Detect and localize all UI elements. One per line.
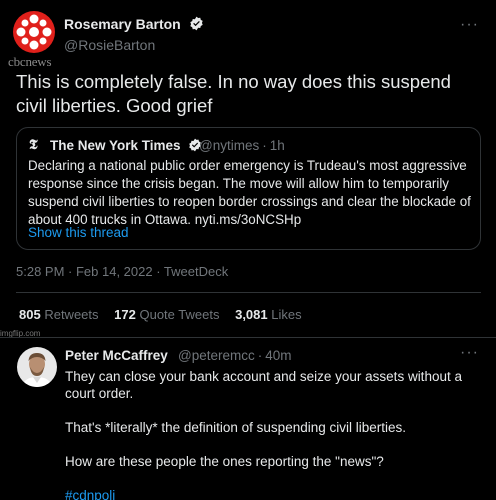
verified-badge-icon bbox=[189, 16, 203, 31]
separator: · bbox=[257, 348, 263, 363]
tweet-stats: 805 Retweets 172 Quote Tweets 3,081 Like… bbox=[19, 307, 314, 322]
hashtag-link[interactable]: #cdnpoli bbox=[65, 487, 485, 500]
quotes-count: 172 bbox=[114, 307, 136, 322]
quoted-author-name[interactable]: The New York Times bbox=[50, 138, 202, 153]
quoted-author-name-text[interactable]: The New York Times bbox=[50, 138, 181, 153]
reply-paragraph: How are these people the ones reporting … bbox=[65, 454, 384, 469]
retweets-stat[interactable]: 805 Retweets bbox=[19, 307, 99, 322]
divider bbox=[16, 292, 481, 293]
author-handle[interactable]: @RosieBarton bbox=[64, 37, 155, 53]
show-thread-link[interactable]: Show this thread bbox=[28, 225, 129, 240]
reply-paragraph: They can close your bank account and sei… bbox=[65, 369, 462, 401]
reply-tweet[interactable]: Peter McCaffrey @peteremcc · 40m ··· They … bbox=[0, 337, 496, 500]
quoted-meta: @nytimes · 1h bbox=[199, 138, 285, 153]
reply-time[interactable]: 40m bbox=[265, 348, 291, 363]
more-horizontal-icon[interactable]: ··· bbox=[460, 344, 479, 362]
cbc-logo-avatar[interactable] bbox=[13, 11, 55, 53]
main-tweet[interactable]: cbcnews Rosemary Barton @RosieBarton ···… bbox=[0, 0, 496, 338]
retweets-count: 805 bbox=[19, 307, 41, 322]
avatar[interactable] bbox=[17, 347, 57, 387]
separator: · bbox=[262, 138, 267, 153]
tweet-text: This is completely false. In no way does… bbox=[16, 71, 451, 116]
nyt-logo-icon: 𝕿 bbox=[29, 138, 38, 153]
retweets-label: Retweets bbox=[44, 307, 99, 322]
quote-tweets-stat[interactable]: 172 Quote Tweets bbox=[114, 307, 219, 322]
quoted-time[interactable]: 1h bbox=[270, 138, 285, 153]
quoted-handle[interactable]: @nytimes bbox=[199, 138, 259, 153]
author-name-text[interactable]: Rosemary Barton bbox=[64, 16, 181, 32]
quoted-tweet-text: Declaring a national public order emerge… bbox=[28, 158, 471, 227]
more-horizontal-icon[interactable]: ··· bbox=[460, 16, 479, 34]
author-name[interactable]: Rosemary Barton bbox=[64, 16, 204, 32]
reply-text: They can close your bank account and sei… bbox=[65, 368, 485, 500]
reply-author-handle[interactable]: @peteremcc bbox=[178, 348, 255, 363]
quotes-label: Quote Tweets bbox=[139, 307, 220, 322]
reply-author-name[interactable]: Peter McCaffrey bbox=[65, 348, 168, 363]
likes-stat[interactable]: 3,081 Likes bbox=[235, 307, 302, 322]
quoted-tweet-card[interactable]: 𝕿 The New York Times @nytimes · 1h Declari… bbox=[16, 127, 481, 250]
likes-count: 3,081 bbox=[235, 307, 268, 322]
reply-meta: @peteremcc · 40m bbox=[178, 348, 292, 363]
cbc-news-wordmark: cbcnews bbox=[8, 54, 52, 69]
reply-paragraph: That's *literally* the definition of sus… bbox=[65, 420, 407, 435]
likes-label: Likes bbox=[271, 307, 302, 322]
tweet-timestamp[interactable]: 5:28 PM · Feb 14, 2022 · TweetDeck bbox=[16, 264, 228, 279]
